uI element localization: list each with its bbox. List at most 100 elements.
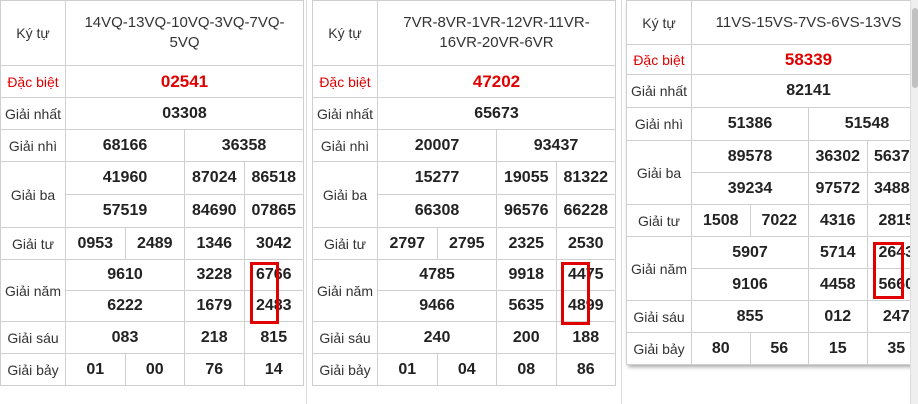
first-prize-number: 82141 bbox=[691, 74, 918, 108]
column-divider bbox=[306, 0, 307, 404]
fifth-prize-number: 3228 bbox=[184, 259, 245, 291]
seventh-prize-number: 08 bbox=[496, 353, 557, 386]
fifth-prize-number: 9106 bbox=[691, 268, 809, 301]
results-table-2: Ký tự 7VR-8VR-1VR-12VR-11VR-16VR-20VR-6V… bbox=[312, 0, 616, 386]
seventh-prize-number: 01 bbox=[377, 353, 438, 386]
label-giai-nhat: Giải nhất bbox=[0, 97, 66, 130]
label-giai-tu: Giải tư bbox=[626, 204, 692, 237]
third-prize-number: 66228 bbox=[555, 194, 616, 228]
province-codes: 14VQ-13VQ-10VQ-3VQ-7VQ-5VQ bbox=[65, 0, 304, 66]
fifth-prize-number: 5907 bbox=[691, 236, 809, 269]
third-prize-number: 66308 bbox=[377, 194, 497, 228]
fifth-prize-number: 9466 bbox=[377, 290, 497, 322]
label-giai-tu: Giải tư bbox=[312, 227, 378, 260]
label-giai-nhi: Giải nhì bbox=[626, 107, 692, 141]
seventh-prize-number: 04 bbox=[436, 353, 497, 386]
fourth-prize-number: 2489 bbox=[124, 227, 185, 260]
first-prize-number: 03308 bbox=[65, 97, 304, 130]
seventh-prize-number: 01 bbox=[65, 353, 126, 386]
fourth-prize-number: 3042 bbox=[243, 227, 304, 260]
results-table-3: Ký tự 11VS-15VS-7VS-6VS-13VS Đặc biệt 58… bbox=[626, 0, 918, 365]
sixth-prize-number: 815 bbox=[243, 321, 304, 354]
scrollbar-thumb[interactable] bbox=[912, 8, 918, 88]
fifth-prize-number: 4458 bbox=[808, 268, 868, 301]
fifth-prize-number: 4785 bbox=[377, 259, 497, 291]
label-giai-sau: Giải sáu bbox=[626, 300, 692, 333]
label-giai-nhi: Giải nhì bbox=[312, 129, 378, 162]
third-prize-number: 36302 bbox=[808, 140, 868, 173]
third-prize-number: 81322 bbox=[555, 161, 616, 195]
fourth-prize-number: 2530 bbox=[555, 227, 616, 260]
second-prize-number: 51548 bbox=[808, 107, 918, 141]
label-ky-tu: Ký tự bbox=[626, 0, 692, 45]
third-prize-number: 41960 bbox=[102, 169, 148, 186]
second-prize-number: 36358 bbox=[184, 129, 304, 162]
highlight-box-panel-2 bbox=[561, 262, 590, 325]
special-prize-number: 02541 bbox=[65, 65, 304, 98]
third-prize-number: 84690 bbox=[184, 194, 245, 228]
vertical-scrollbar[interactable] bbox=[910, 0, 918, 404]
fourth-prize-number: 2795 bbox=[436, 227, 497, 260]
fifth-prize-number: 5714 bbox=[808, 236, 868, 269]
fourth-prize-number: 7022 bbox=[749, 204, 809, 237]
column-divider bbox=[621, 0, 622, 404]
seventh-prize-number: 15 bbox=[808, 332, 868, 365]
sixth-prize-number: 240 bbox=[377, 321, 497, 354]
label-giai-bay: Giải bảy bbox=[626, 332, 692, 365]
label-giai-ba: Giải ba bbox=[0, 161, 66, 228]
label-giai-bay: Giải bảy bbox=[0, 353, 66, 386]
label-giai-nam: Giải năm bbox=[626, 236, 692, 301]
highlight-box-panel-1 bbox=[250, 262, 279, 324]
fourth-prize-number: 1346 bbox=[184, 227, 245, 260]
fourth-prize-number: 2797 bbox=[377, 227, 438, 260]
third-prize-number: 86518 bbox=[243, 161, 304, 195]
sixth-prize-number: 188 bbox=[555, 321, 616, 354]
label-giai-sau: Giải sáu bbox=[312, 321, 378, 354]
province-codes: 11VS-15VS-7VS-6VS-13VS bbox=[691, 0, 918, 45]
third-prize-number: 96576 bbox=[496, 194, 557, 228]
fourth-prize-number: 4316 bbox=[808, 204, 868, 237]
fifth-prize-number: 6222 bbox=[65, 290, 185, 322]
third-prize-number: 15277 bbox=[377, 161, 497, 195]
special-prize-number: 47202 bbox=[377, 65, 616, 98]
seventh-prize-number: 00 bbox=[124, 353, 185, 386]
fourth-prize-number: 0953 bbox=[65, 227, 126, 260]
fifth-prize-number: 9918 bbox=[496, 259, 557, 291]
label-giai-nam: Giải năm bbox=[0, 259, 66, 322]
label-giai-ba: Giải ba bbox=[626, 140, 692, 205]
label-dac-biet: Đặc biệt bbox=[0, 65, 66, 98]
sixth-prize-number: 083 bbox=[65, 321, 185, 354]
fourth-prize-number: 1508 bbox=[691, 204, 751, 237]
third-prize-number: 89578 bbox=[691, 140, 809, 173]
seventh-prize-number: 80 bbox=[691, 332, 751, 365]
second-prize-number: 51386 bbox=[691, 107, 809, 141]
label-dac-biet: Đặc biệt bbox=[312, 65, 378, 98]
province-codes: 7VR-8VR-1VR-12VR-11VR-16VR-20VR-6VR bbox=[377, 0, 616, 66]
seventh-prize-number: 56 bbox=[749, 332, 809, 365]
sixth-prize-number: 200 bbox=[496, 321, 557, 354]
fifth-prize-number: 9610 bbox=[65, 259, 185, 291]
third-prize-number: 39234 bbox=[691, 172, 809, 205]
label-giai-nhat: Giải nhất bbox=[312, 97, 378, 130]
sixth-prize-number: 218 bbox=[184, 321, 245, 354]
fourth-prize-number: 2325 bbox=[496, 227, 557, 260]
label-giai-nhat: Giải nhất bbox=[626, 74, 692, 108]
special-prize-number: 58339 bbox=[691, 44, 918, 75]
lottery-panel-2: Ký tự 7VR-8VR-1VR-12VR-11VR-16VR-20VR-6V… bbox=[312, 0, 616, 386]
second-prize-number: 93437 bbox=[496, 129, 616, 162]
third-prize-number: 19055 bbox=[496, 161, 557, 195]
second-prize-number: 68166 bbox=[65, 129, 185, 162]
third-prize-number: 57519 bbox=[65, 194, 185, 228]
label-giai-nhi: Giải nhì bbox=[0, 129, 66, 162]
label-giai-sau: Giải sáu bbox=[0, 321, 66, 354]
fifth-prize-number: 1679 bbox=[184, 290, 245, 322]
third-prize-number: 87024 bbox=[184, 161, 245, 195]
label-ky-tu: Ký tự bbox=[312, 0, 378, 66]
sixth-prize-number: 855 bbox=[691, 300, 809, 333]
seventh-prize-number: 76 bbox=[184, 353, 245, 386]
label-ky-tu: Ký tự bbox=[0, 0, 66, 66]
label-giai-nam: Giải năm bbox=[312, 259, 378, 322]
first-prize-number: 65673 bbox=[377, 97, 616, 130]
label-giai-tu: Giải tư bbox=[0, 227, 66, 260]
seventh-prize-number: 14 bbox=[243, 353, 304, 386]
